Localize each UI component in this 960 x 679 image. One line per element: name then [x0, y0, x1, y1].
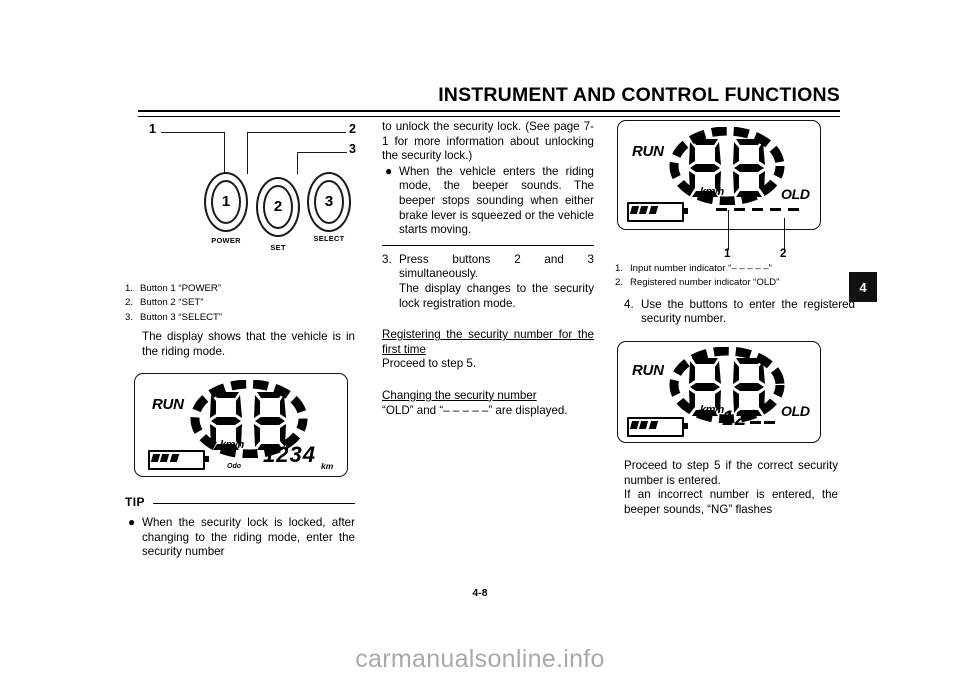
callout-2: 2	[780, 248, 787, 260]
closing-paragraph-1: Proceed to step 5 if the correct securit…	[624, 459, 838, 487]
button-figure: 1 2 3 1 POWER 2 SET 3 SELECT	[125, 120, 356, 260]
lcd-odo-value: 1234	[263, 442, 316, 468]
lcd-display-riding-mode: RUN km/h Odo 1234 km	[134, 373, 348, 478]
battery-bars	[629, 206, 658, 214]
button-select-label: SELECT	[313, 234, 345, 243]
caption-text: Button 1 “POWER”	[140, 283, 222, 294]
caption-item: 2. Registered number indicator “OLD”	[615, 276, 845, 289]
lcd-entered-number: 12	[722, 407, 776, 430]
lcd-display-number-entered: RUN km/h OLD 12	[617, 341, 821, 443]
caption-item: 1. Button 1 “POWER”	[125, 282, 355, 295]
caption-item: 3. Button 3 “SELECT”	[125, 311, 355, 324]
leader-line-3b	[297, 152, 299, 174]
caption-item: 1. Input number indicator “– – – – –”	[615, 262, 845, 275]
battery-bars	[629, 421, 658, 429]
subheading-registering-body: Proceed to step 5.	[382, 357, 477, 371]
callout-line-2	[784, 218, 786, 250]
tip-bullet-text: When the security lock is locked, after …	[142, 516, 355, 559]
subheading-changing-body: “OLD” and “– – – – –” are displayed.	[382, 403, 568, 417]
lcd-odo-unit: km	[321, 461, 334, 472]
button-figure-captions: 1. Button 1 “POWER” 2. Button 2 “SET” 3. Bu…	[125, 282, 355, 324]
bullet-icon: ●	[385, 163, 393, 178]
remaining-dash	[750, 420, 762, 424]
lcd-speedometer	[668, 127, 786, 205]
lcd-speed-unit: km/h	[700, 404, 724, 416]
caption-text: Button 2 “SET”	[140, 297, 204, 309]
lcd-run-indicator: RUN	[632, 362, 664, 379]
button-set[interactable]: 2 SET	[256, 177, 300, 252]
caption-text: Button 3 “SELECT”	[140, 311, 223, 323]
tip-bullet-item: ● When the security lock is locked, afte…	[125, 515, 355, 560]
step-4-number: 4.	[624, 297, 634, 311]
callout-3: 3	[349, 142, 356, 156]
lcd-speed-unit: km/h	[700, 186, 724, 198]
column-middle: to unlock the security lock. (See page 7…	[382, 120, 594, 418]
lcd-old-indicator: OLD	[781, 403, 810, 419]
button-power-digit: 1	[211, 180, 241, 224]
subheading-changing-number: Changing the security number	[382, 388, 537, 402]
callout-2: 2	[349, 122, 356, 136]
step-4: 4. Use the buttons to enter the register…	[624, 298, 855, 327]
lcd-run-indicator: RUN	[152, 396, 184, 414]
step-3-number: 3.	[382, 252, 392, 266]
entered-digits: 12	[722, 407, 748, 430]
button-set-digit: 2	[263, 185, 293, 229]
caption-number: 3.	[125, 311, 134, 323]
page-number: 4-8	[472, 587, 488, 599]
lcd-odo-label: Odo	[227, 463, 241, 471]
lcd-run-indicator: RUN	[632, 143, 664, 160]
chapter-tab: 4	[849, 272, 877, 302]
header-divider	[138, 110, 840, 117]
continued-paragraph: to unlock the security lock. (See page 7…	[382, 120, 594, 163]
lcd-figure-captions: 1. Input number indicator “– – – – –” 2. R…	[615, 262, 845, 290]
beeper-bullet-text: When the vehicle enters the riding mode,…	[399, 164, 594, 237]
step-3-text: Press buttons 2 and 3 simultaneously.	[399, 252, 594, 281]
caption-text: Input number indicator “– – – – –”	[630, 263, 772, 274]
step-4-text: Use the buttons to enter the registered …	[641, 297, 855, 326]
caption-number: 1.	[615, 263, 624, 274]
subheading-registering-first-time: Registering the security number for the …	[382, 328, 594, 356]
caption-number: 2.	[125, 297, 134, 309]
step-3: 3. Press buttons 2 and 3 simultaneously.	[382, 253, 594, 282]
watermark: carmanualsonline.info	[355, 645, 605, 673]
battery-icon	[627, 202, 688, 222]
lcd-speed-unit: km/h	[220, 439, 244, 452]
beeper-bullet-item: ● When the vehicle enters the riding mod…	[382, 163, 594, 238]
callout-1: 1	[724, 248, 731, 260]
leader-line-2b	[247, 132, 249, 174]
leader-line-3	[297, 152, 347, 154]
lcd-display-old-entry: RUN km/h OLD	[617, 120, 821, 230]
button-select-digit: 3	[314, 180, 344, 224]
step-3-detail: The display changes to the security lock…	[399, 281, 594, 310]
caption-number: 2.	[615, 277, 624, 289]
lcd-old-indicator: OLD	[781, 186, 810, 202]
remaining-dash	[764, 420, 776, 424]
page-title: INSTRUMENT AND CONTROL FUNCTIONS	[438, 84, 840, 106]
button-power[interactable]: 1 POWER	[204, 172, 248, 245]
button-select[interactable]: 3 SELECT	[307, 172, 351, 243]
caption-text: Registered number indicator “OLD”	[630, 277, 780, 289]
tip-label: TIP	[125, 495, 145, 510]
column-right: RUN km/h OLD 1 2 1. Input number indicat…	[615, 120, 855, 517]
manual-page: INSTRUMENT AND CONTROL FUNCTIONS 1 2 3 1…	[0, 0, 960, 679]
callout-line-1	[728, 210, 730, 250]
column-left: 1 2 3 1 POWER 2 SET 3 SELECT 1. Button 1 …	[125, 120, 356, 560]
leader-line-2	[247, 132, 346, 134]
leader-line-1	[161, 132, 225, 134]
closing-paragraph-2: If an incorrect number is entered, the b…	[624, 488, 838, 516]
callout-1: 1	[149, 122, 156, 136]
leader-line-1b	[224, 132, 226, 173]
tip-block: TIP	[125, 495, 355, 511]
bullet-icon: ●	[128, 515, 136, 529]
speed-digits-00	[689, 139, 765, 197]
battery-icon	[627, 417, 688, 437]
battery-bars	[150, 454, 179, 463]
battery-icon	[148, 450, 209, 471]
section-divider	[382, 244, 594, 246]
riding-mode-intro: The display shows that the vehicle is in…	[142, 330, 355, 358]
caption-item: 2. Button 2 “SET”	[125, 296, 355, 309]
lcd-callouts: 1 2	[615, 210, 845, 260]
tip-divider	[153, 503, 355, 505]
caption-number: 1.	[125, 283, 134, 294]
